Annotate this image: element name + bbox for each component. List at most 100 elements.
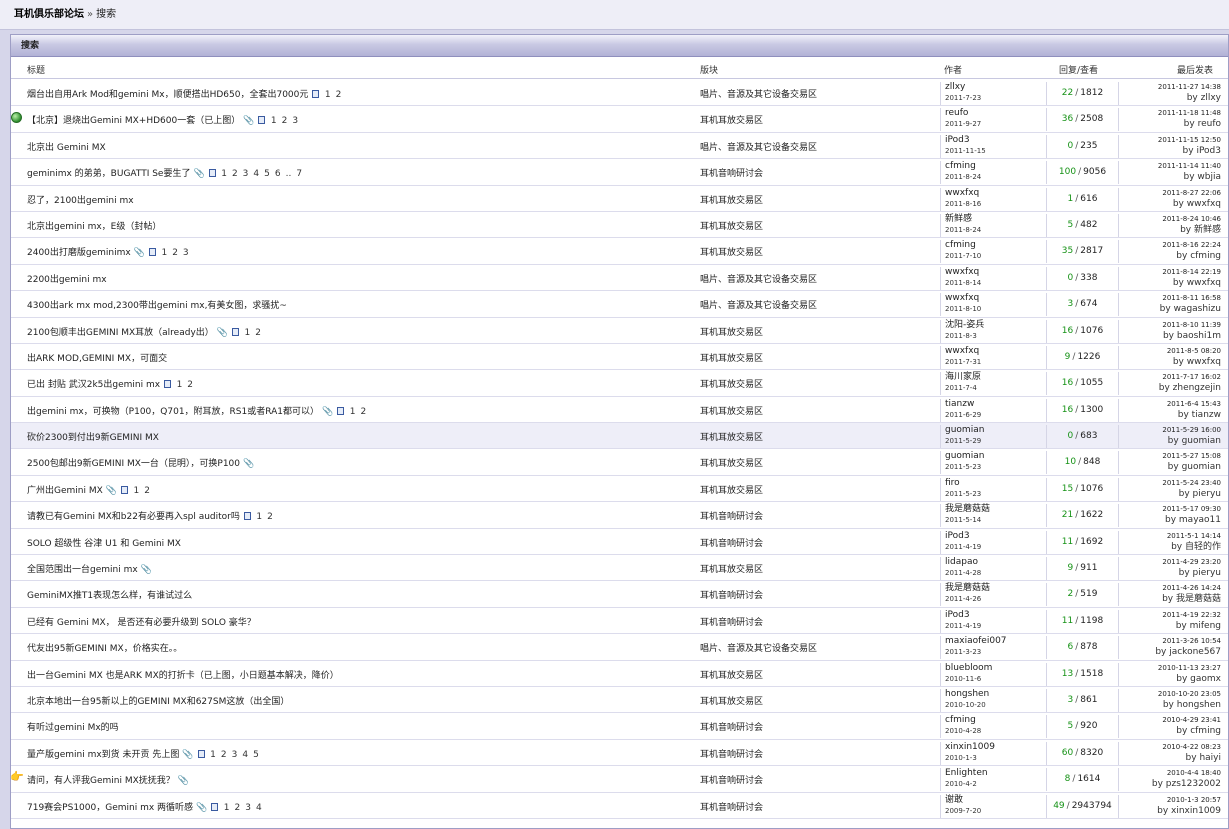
thread-title-link[interactable]: 请问，有人评我Gemini MX抚抚我？	[27, 776, 175, 786]
forum-link[interactable]: 耳机耳放交易区	[700, 483, 763, 496]
last-post-time[interactable]: 2010-4-22 08:23	[1119, 742, 1221, 752]
page-link[interactable]: 4	[253, 169, 259, 179]
thread-title-link[interactable]: 请教已有Gemini MX和b22有必要再入spl auditor吗	[27, 512, 240, 522]
thread-title-link[interactable]: 2100包顺丰出GEMINI MX耳放（already出）	[27, 328, 214, 338]
page-link[interactable]: 2	[232, 169, 238, 179]
author-name[interactable]: 我是蘑菇菇	[945, 583, 1044, 594]
last-poster-name[interactable]: jackone567	[1169, 647, 1221, 657]
thread-title-link[interactable]: 出ARK MOD,GEMINI MX，可面交	[27, 354, 167, 364]
last-post-time[interactable]: 2011-4-29 23:20	[1119, 557, 1221, 567]
last-post-time[interactable]: 2011-8-10 11:39	[1119, 320, 1221, 330]
thread-title[interactable]: 北京本地出一台95新以上的GEMINI MX和627SM这放（出全国）	[27, 694, 289, 707]
last-poster-name[interactable]: cfming	[1190, 726, 1221, 736]
author-name[interactable]: guomian	[945, 451, 1044, 462]
last-post-time[interactable]: 2011-8-24 10:46	[1119, 214, 1221, 224]
author-name[interactable]: lidapao	[945, 557, 1044, 568]
thread-title[interactable]: 2100包顺丰出GEMINI MX耳放（already出） 📎 1 2	[27, 325, 263, 338]
thread-title[interactable]: 2200出gemini mx	[27, 272, 107, 285]
author-name[interactable]: cfming	[945, 161, 1044, 172]
thread-title-link[interactable]: geminimx 的弟弟，BUGATTI Se要生了	[27, 169, 190, 179]
last-post-time[interactable]: 2011-8-27 22:06	[1119, 188, 1221, 198]
last-post-time[interactable]: 2010-4-4 18:40	[1119, 768, 1221, 778]
last-post-time[interactable]: 2011-5-29 16:00	[1119, 425, 1221, 435]
page-link[interactable]: 3	[243, 169, 249, 179]
page-link[interactable]: 2	[267, 512, 273, 522]
last-poster-name[interactable]: baoshi1m	[1177, 331, 1221, 341]
last-post-time[interactable]: 2011-8-14 22:19	[1119, 267, 1221, 277]
author-name[interactable]: Enlighten	[945, 768, 1044, 779]
author-name[interactable]: cfming	[945, 240, 1044, 251]
forum-link[interactable]: 耳机耳放交易区	[700, 404, 763, 417]
forum-link[interactable]: 唱片、音源及其它设备交易区	[700, 140, 817, 153]
thread-title[interactable]: GeminiMX推T1表现怎么样，有谁试过么	[27, 588, 192, 601]
last-post-time[interactable]: 2011-4-19 22:32	[1119, 610, 1221, 620]
author-name[interactable]: 新鲜感	[945, 214, 1044, 225]
thread-title-link[interactable]: 【北京】退烧出Gemini MX+HD600一套（已上图）	[27, 116, 240, 126]
last-poster-name[interactable]: xinxin1009	[1171, 806, 1221, 816]
forum-link[interactable]: 耳机耳放交易区	[700, 694, 763, 707]
last-post-time[interactable]: 2011-5-17 09:30	[1119, 504, 1221, 514]
last-post-time[interactable]: 2011-5-1 14:14	[1119, 531, 1221, 541]
page-link[interactable]: 3	[183, 248, 189, 258]
page-link[interactable]: 4	[242, 750, 248, 760]
thread-title-link[interactable]: 代友出95新GEMINI MX，价格实在。。	[27, 644, 182, 654]
thread-title[interactable]: SOLO 超级性 谷津 U1 和 Gemini MX	[27, 536, 181, 549]
page-link[interactable]: 1	[221, 169, 227, 179]
thread-title[interactable]: 请问，有人评我Gemini MX抚抚我？ 📎	[27, 773, 189, 786]
last-poster-name[interactable]: gaomx	[1190, 674, 1221, 684]
thread-title-link[interactable]: 北京出gemini mx，E级（封帖）	[27, 222, 161, 232]
last-poster-name[interactable]: haiyi	[1199, 753, 1221, 763]
forum-link[interactable]: 耳机音响研讨会	[700, 800, 763, 813]
last-post-time[interactable]: 2010-1-3 20:57	[1119, 795, 1221, 805]
thread-title[interactable]: 出ARK MOD,GEMINI MX，可面交	[27, 351, 167, 364]
last-poster-name[interactable]: guomian	[1182, 436, 1221, 446]
author-name[interactable]: wwxfxq	[945, 346, 1044, 357]
thread-title-link[interactable]: 烟台出自用Ark Mod和gemini Mx，顺便搭出HD650，全套出7000…	[27, 90, 308, 100]
page-link[interactable]: 2	[144, 486, 150, 496]
thread-title[interactable]: 2500包邮出9新GEMINI MX一台（昆明），可换P100 📎	[27, 456, 254, 469]
author-name[interactable]: cfming	[945, 715, 1044, 726]
last-poster-name[interactable]: zhengzejin	[1173, 383, 1221, 393]
author-name[interactable]: maxiaofei007	[945, 636, 1044, 647]
page-link[interactable]: 2	[221, 750, 227, 760]
thread-title-link[interactable]: 全国范围出一台gemini mx	[27, 565, 138, 575]
thread-title[interactable]: 请教已有Gemini MX和b22有必要再入spl auditor吗 1 2	[27, 509, 275, 522]
thread-title-link[interactable]: 2200出gemini mx	[27, 275, 107, 285]
forum-link[interactable]: 唱片、音源及其它设备交易区	[700, 298, 817, 311]
forum-link[interactable]: 耳机耳放交易区	[700, 219, 763, 232]
author-name[interactable]: firo	[945, 478, 1044, 489]
author-name[interactable]: iPod3	[945, 531, 1044, 542]
last-post-time[interactable]: 2011-4-26 14:24	[1119, 583, 1221, 593]
page-link[interactable]: 1	[161, 248, 167, 258]
forum-link[interactable]: 耳机耳放交易区	[700, 377, 763, 390]
thread-title[interactable]: 有听过gemini Mx的吗	[27, 720, 119, 733]
thread-title-link[interactable]: 2400出打磨版geminimx	[27, 248, 131, 258]
forum-link[interactable]: 耳机耳放交易区	[700, 456, 763, 469]
thread-title[interactable]: 烟台出自用Ark Mod和gemini Mx，顺便搭出HD650，全套出7000…	[27, 87, 344, 100]
page-link[interactable]: 1	[177, 380, 183, 390]
last-poster-name[interactable]: wagashizu	[1174, 304, 1221, 314]
author-name[interactable]: wwxfxq	[945, 267, 1044, 278]
page-link[interactable]: 2	[282, 116, 288, 126]
page-link[interactable]: 1	[210, 750, 216, 760]
thread-title[interactable]: 全国范围出一台gemini mx 📎	[27, 562, 152, 575]
author-name[interactable]: tianzw	[945, 399, 1044, 410]
thread-title[interactable]: 北京出gemini mx，E级（封帖）	[27, 219, 161, 232]
last-poster-name[interactable]: 自轻的作	[1185, 542, 1221, 552]
last-poster-name[interactable]: tianzw	[1192, 410, 1221, 420]
forum-link[interactable]: 耳机音响研讨会	[700, 536, 763, 549]
last-poster-name[interactable]: zllxy	[1201, 93, 1221, 103]
last-poster-name[interactable]: 新鲜感	[1194, 225, 1221, 235]
page-link[interactable]: 1	[350, 407, 356, 417]
forum-link[interactable]: 耳机耳放交易区	[700, 351, 763, 364]
last-poster-name[interactable]: pieryu	[1193, 568, 1221, 578]
page-link[interactable]: 1	[256, 512, 262, 522]
last-poster-name[interactable]: wwxfxq	[1187, 357, 1221, 367]
forum-link[interactable]: 耳机耳放交易区	[700, 325, 763, 338]
last-post-time[interactable]: 2010-4-29 23:41	[1119, 715, 1221, 725]
last-poster-name[interactable]: mayao11	[1179, 515, 1221, 525]
thread-title-link[interactable]: 出一台Gemini MX 也是ARK MX的打折卡（已上图，小日题基本解决，降价…	[27, 671, 339, 681]
forum-link[interactable]: 耳机音响研讨会	[700, 615, 763, 628]
thread-title[interactable]: 代友出95新GEMINI MX，价格实在。。	[27, 641, 182, 654]
page-link[interactable]: 3	[292, 116, 298, 126]
